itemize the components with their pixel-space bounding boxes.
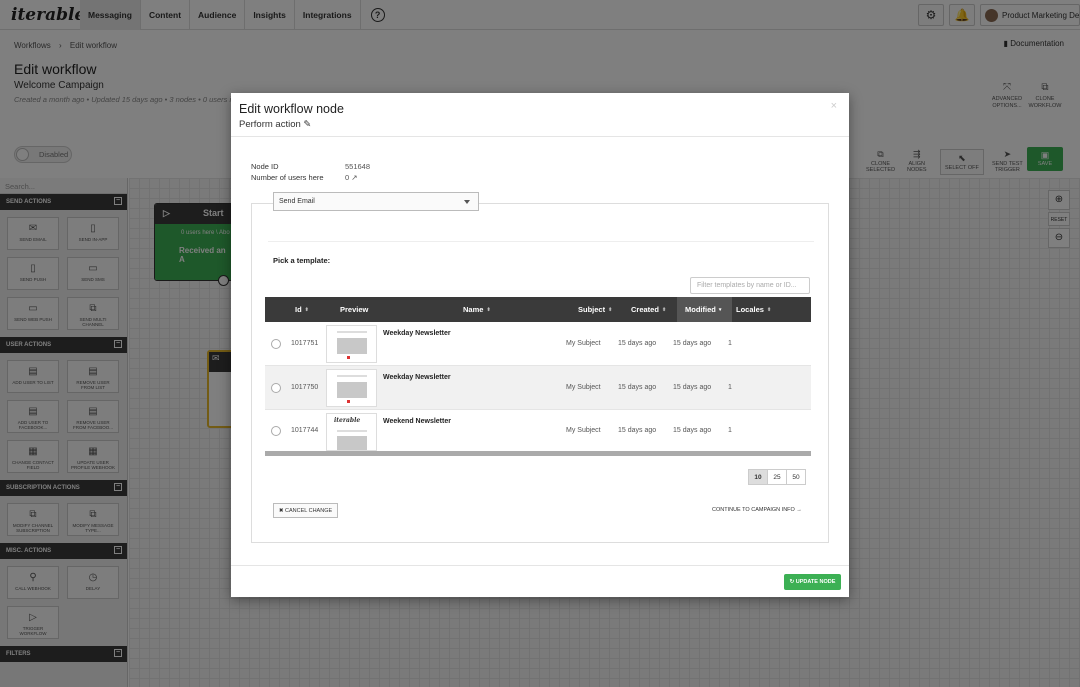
page-size-10[interactable]: 10 [748,469,768,485]
cancel-change-button[interactable]: ✖ CANCEL CHANGE [273,503,338,518]
col-locales[interactable]: Locales ⬍ [732,297,811,322]
edit-icon[interactable]: ✎ [303,119,311,130]
template-created: 15 days ago [618,340,657,347]
template-id: 1017744 [291,427,319,434]
template-modified: 15 days ago [673,427,712,434]
table-header: Id ⬍ Preview Name ⬍ Subject ⬍ Created ⬍ Modi… [265,297,811,322]
divider [268,241,814,242]
template-modified: 15 days ago [673,384,712,391]
template-id: 1017751 [291,340,319,347]
page-size-selector: 10 25 50 [748,469,806,485]
template-radio[interactable] [271,425,281,436]
template-locales: 1 [728,427,732,434]
modal-title: Edit workflow node [239,102,344,116]
table-row[interactable]: 1017744 iterable Weekend Newsletter My S… [265,410,811,451]
users-here-value: 0 ↗ [345,173,358,182]
template-name: Weekday Newsletter [383,330,451,337]
col-preview: Preview [340,305,369,314]
template-subject: My Subject [566,427,601,434]
users-here-label: Number of users here [251,173,324,182]
template-preview: iterable [326,413,377,451]
page-size-25[interactable]: 25 [767,469,787,485]
chevron-down-icon [464,200,470,204]
table-row[interactable]: 1017751 Weekday Newsletter My Subject 15… [265,322,811,366]
template-created: 15 days ago [618,384,657,391]
template-modified: 15 days ago [673,340,712,347]
col-name[interactable]: Name ⬍ [387,297,577,322]
external-link-icon[interactable]: ↗ [351,173,357,182]
table-row[interactable]: 1017750 Weekday Newsletter My Subject 15… [265,366,811,410]
edit-node-modal: Edit workflow node Perform action ✎ × No… [231,93,849,597]
template-created: 15 days ago [618,427,657,434]
modal-subtitle: Perform action ✎ [239,119,312,130]
template-name: Weekday Newsletter [383,374,451,381]
node-info: Node ID 551648 Number of users here 0 ↗ [251,161,370,183]
action-type-select[interactable]: Send Email [273,192,479,211]
template-filter-input[interactable]: Filter templates by name or ID... [690,277,810,294]
template-id: 1017750 [291,384,319,391]
col-id[interactable]: Id ⬍ [265,297,320,322]
table-horizontal-scrollbar[interactable] [265,451,811,456]
preview-logo: iterable [334,417,361,424]
action-panel: Send Email Pick a template: Filter templ… [251,192,829,543]
template-preview [326,368,377,407]
template-subject: My Subject [566,384,601,391]
page-size-50[interactable]: 50 [786,469,806,485]
col-modified[interactable]: Modified ▾ [677,297,732,322]
template-radio[interactable] [271,338,281,349]
template-name: Weekend Newsletter [383,418,451,425]
template-radio[interactable] [271,382,281,393]
template-locales: 1 [728,384,732,391]
modal-header: Edit workflow node Perform action ✎ × [231,93,849,137]
col-created[interactable]: Created ⬍ [625,297,677,322]
template-locales: 1 [728,340,732,347]
node-id-value: 551648 [345,162,371,171]
modal-footer: ↻ UPDATE NODE [231,565,849,597]
node-id-label: Node ID [251,162,279,171]
update-node-button[interactable]: ↻ UPDATE NODE [784,574,841,590]
template-subject: My Subject [566,340,601,347]
template-table: Id ⬍ Preview Name ⬍ Subject ⬍ Created ⬍ Modi… [265,297,811,456]
close-icon[interactable]: × [831,100,837,112]
continue-to-campaign-info-link[interactable]: CONTINUE TO CAMPAIGN INFO → [712,507,802,513]
pick-template-label: Pick a template: [273,256,331,265]
template-preview [326,324,377,363]
col-subject[interactable]: Subject ⬍ [577,297,625,322]
